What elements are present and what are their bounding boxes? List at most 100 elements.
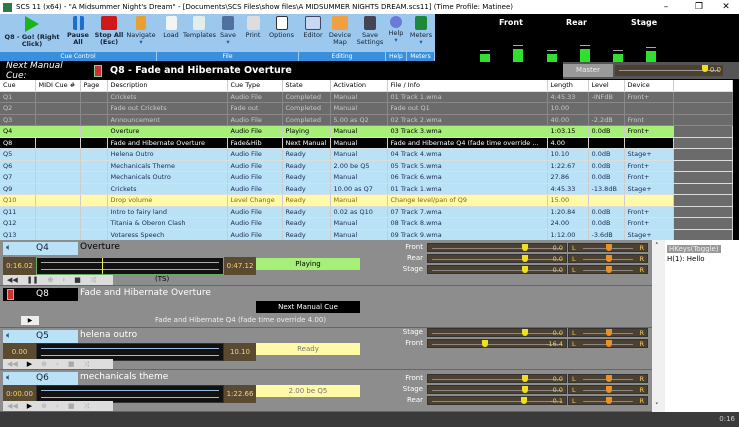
level-fader[interactable]: -16.4 [427, 339, 567, 348]
next-icon[interactable]: › [56, 360, 59, 368]
device-map-button[interactable]: Device Map [327, 16, 353, 54]
table-row[interactable]: Q1 Crickets Audio File Completed Manual 01 Tr… [0, 91, 733, 103]
pan-knob[interactable] [606, 244, 612, 251]
table-row[interactable]: Q4 Overture Audio File Playing Manual 03 Trac… [0, 125, 733, 138]
save-button[interactable]: Save ▾ [217, 16, 239, 54]
restore-button[interactable]: ❐ [688, 0, 710, 14]
stop-icon[interactable]: ■ [68, 402, 75, 410]
table-row[interactable]: Q7 Mechanicals Outro Audio File Ready Manual… [0, 171, 733, 184]
level-knob[interactable] [482, 340, 488, 347]
table-row[interactable]: Q12 Titania & Oberon Clash Audio File Ready… [0, 217, 733, 230]
editor-button[interactable]: Editor [301, 16, 325, 54]
level-knob[interactable] [522, 266, 528, 273]
pan-knob[interactable] [606, 255, 612, 262]
pan-fader[interactable]: LR [568, 254, 648, 263]
column-header[interactable]: Level [588, 80, 625, 92]
pan-fader[interactable]: LR [568, 396, 648, 405]
table-row[interactable]: Q11 Intro to fairy land Audio File Ready 0.0… [0, 206, 733, 218]
rewind-icon[interactable]: ◀◀ [7, 360, 18, 368]
column-header[interactable]: Activation [330, 80, 388, 92]
pan-knob[interactable] [606, 375, 612, 382]
fade-icon[interactable]: ⊕ [41, 360, 47, 368]
save-settings-button[interactable]: Save Settings [355, 16, 385, 54]
column-header[interactable]: Cue [0, 80, 36, 92]
table-row[interactable]: Q3 Announcement Audio File Completed 5.00 as… [0, 114, 733, 126]
pan-fader[interactable]: LR [568, 385, 648, 394]
shuffle-icon[interactable]: ⤨ [90, 276, 96, 285]
pause-all-button[interactable]: Pause All [64, 16, 92, 54]
master-fader-knob[interactable] [701, 65, 708, 72]
cue-panel-q6[interactable]: 🔈︎ Q6 mechanicals theme 0:00.00 1:22.66 2… [0, 370, 652, 412]
templates-button[interactable]: Templates [183, 16, 216, 54]
column-header[interactable]: MIDI Cue # [35, 80, 81, 92]
pan-fader[interactable]: LR [568, 339, 648, 348]
level-fader[interactable]: -0.1 [427, 396, 567, 405]
level-knob[interactable] [521, 397, 527, 404]
close-button[interactable]: ✕ [715, 0, 737, 14]
table-row[interactable]: Q10 Drop volume Level Change Ready Manual Cha… [0, 194, 733, 207]
column-header[interactable]: Page [80, 80, 108, 92]
stop-all-button[interactable]: Stop All (Esc) [94, 16, 124, 54]
level-knob[interactable] [522, 329, 528, 336]
shuffle-icon[interactable]: ⤨ [83, 360, 89, 369]
level-knob[interactable] [522, 386, 528, 393]
level-fader[interactable]: 0.0 [427, 265, 567, 274]
hotkeys-header[interactable]: HKeys(Toggle) [667, 245, 721, 253]
pan-knob[interactable] [606, 386, 612, 393]
pan-knob[interactable] [606, 340, 612, 347]
table-row[interactable]: Q5 Helena Outro Audio File Ready Manual 04 Tr… [0, 148, 733, 161]
play-icon[interactable]: ▶ [27, 360, 32, 368]
go-button[interactable]: Q8 - Go! (Right Click) [2, 16, 62, 54]
help-button[interactable]: Help ▾ [387, 16, 405, 54]
next-icon[interactable]: › [56, 402, 59, 410]
minimize-button[interactable]: – [655, 0, 677, 14]
level-fader[interactable]: 0.0 [427, 374, 567, 383]
rewind-icon[interactable]: ◀◀ [7, 276, 18, 284]
pan-fader[interactable]: LR [568, 265, 648, 274]
hotkey-item[interactable]: H(1): Hello [667, 255, 737, 263]
level-knob[interactable] [522, 244, 528, 251]
panel-scrollbar[interactable]: ˄ ˅ [652, 240, 665, 412]
waveform[interactable] [36, 257, 224, 275]
pan-knob[interactable] [606, 266, 612, 273]
column-header[interactable]: State [282, 80, 331, 92]
pan-knob[interactable] [606, 329, 612, 336]
cue-panel-q8[interactable]: Q8 Fade and Hibernate Overture Next Manu… [0, 286, 652, 328]
table-row[interactable]: Q6 Mechanicals Theme Audio File Ready 2.00 b… [0, 160, 733, 172]
pan-fader[interactable]: LR [568, 243, 648, 252]
level-knob[interactable] [522, 375, 528, 382]
play-button[interactable]: ▶ [21, 316, 39, 325]
shuffle-icon[interactable]: ⤨ [83, 402, 89, 411]
master-fader[interactable]: 0.0 [615, 65, 723, 76]
cue-panel-q4[interactable]: 🔈︎ Q4 Overture 0:16.02 0:47.12 Playing ◀◀… [0, 240, 652, 286]
pan-knob[interactable] [606, 397, 612, 404]
cue-panel-q5[interactable]: 🔈︎ Q5 helena outro 0.00 10.10 Ready ◀◀ ▶ ⊕ ›… [0, 328, 652, 370]
level-fader[interactable]: 0.0 [427, 254, 567, 263]
fade-icon[interactable]: ⊕ [41, 402, 47, 410]
fade-icon[interactable]: ⊕ [48, 276, 54, 284]
column-header[interactable]: File / Info [387, 80, 548, 92]
options-button[interactable]: Options [267, 16, 296, 54]
column-header[interactable]: Description [107, 80, 228, 92]
column-header[interactable]: Device [624, 80, 674, 92]
next-icon[interactable]: › [62, 276, 65, 284]
meters-button[interactable]: Meters ▾ [408, 16, 434, 54]
table-row[interactable]: Q13 Votaress Speech Audio File Ready Manual 0… [0, 229, 733, 241]
level-knob[interactable] [522, 255, 528, 262]
stop-icon[interactable]: ■ [74, 276, 81, 284]
level-fader[interactable]: 0.0 [427, 243, 567, 252]
print-button[interactable]: Print [241, 16, 265, 54]
table-row[interactable]: Q8 Fade and Hibernate Overture Fade&Hib Nex… [0, 137, 733, 149]
stop-icon[interactable]: ■ [68, 360, 75, 368]
pan-fader[interactable]: LR [568, 328, 648, 337]
table-row[interactable]: Q2 Fade out Crickets Fade out Completed Manu… [0, 102, 733, 115]
scroll-down-icon[interactable]: ˅ [655, 402, 659, 410]
level-fader[interactable]: 0.0 [427, 328, 567, 337]
table-row[interactable]: Q9 Crickets Audio File Ready 10.00 as Q7 01 T… [0, 183, 733, 195]
navigate-button[interactable]: Navigate ▾ [125, 16, 157, 54]
scroll-up-icon[interactable]: ˄ [655, 242, 659, 250]
level-fader[interactable]: 0.0 [427, 385, 567, 394]
load-button[interactable]: Load [160, 16, 182, 54]
column-header[interactable]: Length [547, 80, 589, 92]
rewind-icon[interactable]: ◀◀ [7, 402, 18, 410]
